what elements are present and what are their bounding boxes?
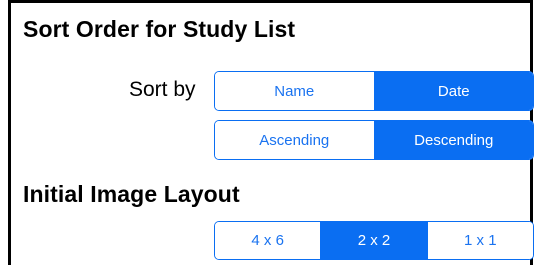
sort-by-date-option[interactable]: Date xyxy=(373,72,533,110)
sort-descending-option[interactable]: Descending xyxy=(373,121,533,159)
sort-ascending-option[interactable]: Ascending xyxy=(215,121,374,159)
sort-by-segmented-control: Name Date xyxy=(214,71,534,111)
settings-panel: Sort Order for Study List Sort by Name D… xyxy=(8,0,534,265)
sort-order-section-title: Sort Order for Study List xyxy=(23,16,296,42)
layout-1x1-option[interactable]: 1 x 1 xyxy=(426,222,533,259)
sort-by-name-option[interactable]: Name xyxy=(215,72,374,110)
sort-by-label: Sort by xyxy=(129,78,196,101)
image-layout-segmented-control: 4 x 6 2 x 2 1 x 1 xyxy=(214,221,534,260)
layout-4x6-option[interactable]: 4 x 6 xyxy=(215,222,321,259)
sort-direction-segmented-control: Ascending Descending xyxy=(214,120,534,160)
layout-2x2-option[interactable]: 2 x 2 xyxy=(320,222,427,259)
initial-image-layout-section-title: Initial Image Layout xyxy=(23,181,240,207)
